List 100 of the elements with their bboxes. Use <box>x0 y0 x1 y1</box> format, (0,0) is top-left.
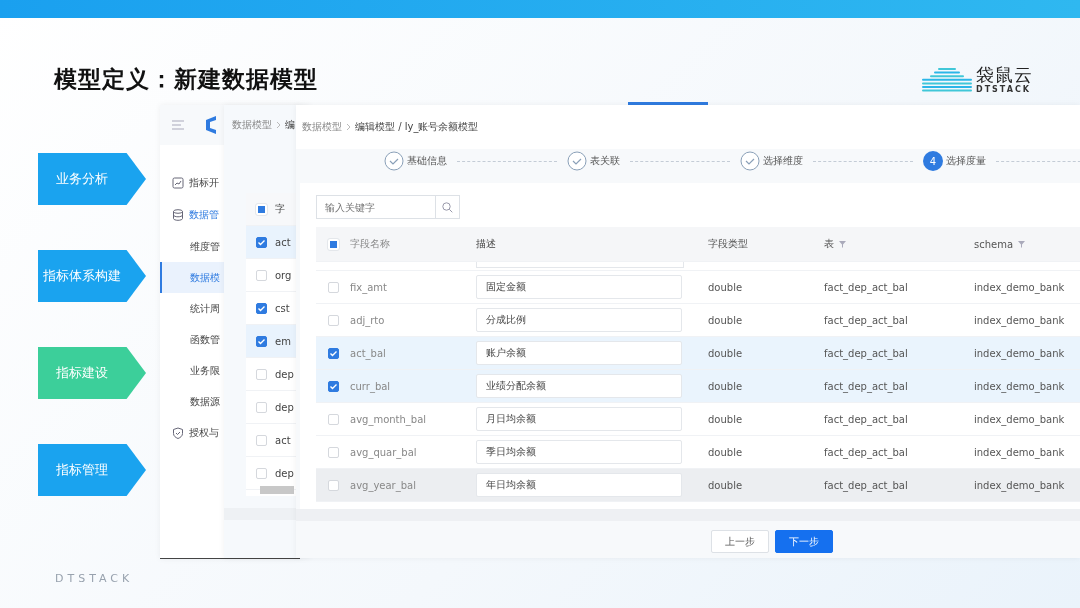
check-icon <box>257 336 266 346</box>
step-number: 4 <box>923 151 943 171</box>
wizard-step: 4 选择度量 <box>923 151 986 171</box>
brand-name: 袋鼠云 <box>976 66 1033 84</box>
table-cell: fact_dep_act_bal <box>824 479 908 491</box>
wizard-step: 选择维度 <box>740 151 803 171</box>
checkbox[interactable] <box>328 347 339 359</box>
nav-subitem[interactable]: 维度管 <box>160 231 224 262</box>
brand-subtitle: DTSTACK <box>976 86 1032 94</box>
table-cell: fact_dep_act_bal <box>824 413 908 425</box>
table-cell: index_demo_bank <box>974 479 1065 491</box>
table-cell: fact_dep_act_bal <box>824 380 908 392</box>
table-cell: fact_dep_act_bal <box>824 314 908 326</box>
column-header: 字 <box>275 202 285 216</box>
column-header: 描述 <box>476 237 496 251</box>
menu-icon[interactable] <box>172 120 184 130</box>
previous-button[interactable]: 上一步 <box>711 530 769 553</box>
scrollbar[interactable] <box>260 486 294 494</box>
chevron-right-icon <box>346 123 351 131</box>
table-cell: index_demo_bank <box>974 347 1065 359</box>
search-field[interactable]: 输入关键字 <box>316 195 436 219</box>
nav-item[interactable]: 指标开 <box>160 167 219 199</box>
check-circle-icon <box>740 151 760 171</box>
search-button[interactable] <box>436 195 460 219</box>
slide-title: 模型定义：新建数据模型 <box>54 65 318 94</box>
column-header: schema <box>974 238 1014 250</box>
table-cell: avg_year_bal <box>350 479 416 491</box>
table-cell: avg_quar_bal <box>350 446 417 458</box>
table-cell: org <box>275 269 292 281</box>
breadcrumb-current: 编 <box>285 118 295 132</box>
check-icon <box>257 303 266 313</box>
chart-icon <box>172 177 184 189</box>
nav-item[interactable]: 数据管 <box>160 199 219 231</box>
nav-subitem[interactable]: 统计周 <box>160 293 224 324</box>
column-header: 字段名称 <box>350 237 390 251</box>
description-field[interactable]: 账户余额 <box>476 341 682 365</box>
check-circle-icon <box>384 151 404 171</box>
description-field[interactable]: 业绩分配余额 <box>476 374 682 398</box>
checkbox[interactable] <box>328 380 339 392</box>
database-icon <box>172 209 184 221</box>
table-cell: index_demo_bank <box>974 281 1065 293</box>
table-cell: fact_dep_act_bal <box>824 281 908 293</box>
table-cell: index_demo_bank <box>974 380 1065 392</box>
table-cell: fact_dep_act_bal <box>824 446 908 458</box>
table-cell: avg_month_bal <box>350 413 427 425</box>
table-cell: fix_amt <box>350 281 387 293</box>
table-cell: double <box>708 413 743 425</box>
table-cell: double <box>708 479 743 491</box>
table-cell: double <box>708 347 743 359</box>
description-field[interactable]: 月日均余额 <box>476 407 682 431</box>
cloud-logo-icon <box>922 66 972 94</box>
table-cell: double <box>708 446 743 458</box>
table-cell: dep <box>275 467 294 479</box>
column-header: 表 <box>824 237 834 251</box>
table-cell: em <box>275 335 291 347</box>
table-cell: act <box>275 236 291 248</box>
table-cell: fact_dep_act_bal <box>824 347 908 359</box>
table-cell: act <box>275 434 291 446</box>
wizard-step: 基础信息 <box>384 151 447 171</box>
nav-item[interactable]: 授权与 <box>160 417 219 449</box>
checkbox[interactable] <box>256 302 267 314</box>
nav-subitem[interactable]: 数据模 <box>160 262 224 293</box>
table-cell: index_demo_bank <box>974 446 1065 458</box>
breadcrumb-link[interactable]: 数据模型 <box>302 120 342 134</box>
description-field[interactable]: 固定金额 <box>476 275 682 299</box>
filter-icon[interactable] <box>839 240 846 248</box>
nav-subitem[interactable]: 函数管 <box>160 324 224 355</box>
breadcrumb-current: 编辑模型 / ly_账号余额模型 <box>355 120 479 134</box>
table-cell: cst <box>275 302 290 314</box>
table-cell: act_bal <box>350 347 386 359</box>
chevron-right-icon <box>276 121 281 129</box>
table-cell: curr_bal <box>350 380 391 392</box>
column-header: 字段类型 <box>708 237 748 251</box>
search-icon <box>442 201 453 213</box>
description-field[interactable]: 年日均余额 <box>476 473 682 497</box>
checkbox[interactable] <box>256 335 267 347</box>
description-field[interactable]: 季日均余额 <box>476 440 682 464</box>
table-cell: double <box>708 380 743 392</box>
shield-icon <box>172 427 184 439</box>
hexagon-logo-icon <box>204 116 216 134</box>
filter-icon[interactable] <box>1018 240 1026 248</box>
check-icon <box>329 381 338 391</box>
next-button[interactable]: 下一步 <box>775 530 833 553</box>
description-field[interactable]: 分成比例 <box>476 308 682 332</box>
checkbox[interactable] <box>256 236 267 248</box>
check-circle-icon <box>567 151 587 171</box>
check-icon <box>329 348 338 358</box>
table-cell: dep <box>275 401 294 413</box>
table-cell: dep <box>275 368 294 380</box>
table-cell: double <box>708 281 743 293</box>
table-cell: index_demo_bank <box>974 314 1065 326</box>
table-cell: index_demo_bank <box>974 413 1065 425</box>
table-cell: adj_rto <box>350 314 385 326</box>
nav-subitem[interactable]: 数据源 <box>160 386 224 417</box>
nav-subitem[interactable]: 业务限 <box>160 355 224 386</box>
check-icon <box>257 237 266 247</box>
footer-brand: DTSTACK <box>55 572 134 585</box>
table-cell: double <box>708 314 743 326</box>
wizard-step: 表关联 <box>567 151 620 171</box>
breadcrumb-link[interactable]: 数据模型 <box>232 118 272 132</box>
